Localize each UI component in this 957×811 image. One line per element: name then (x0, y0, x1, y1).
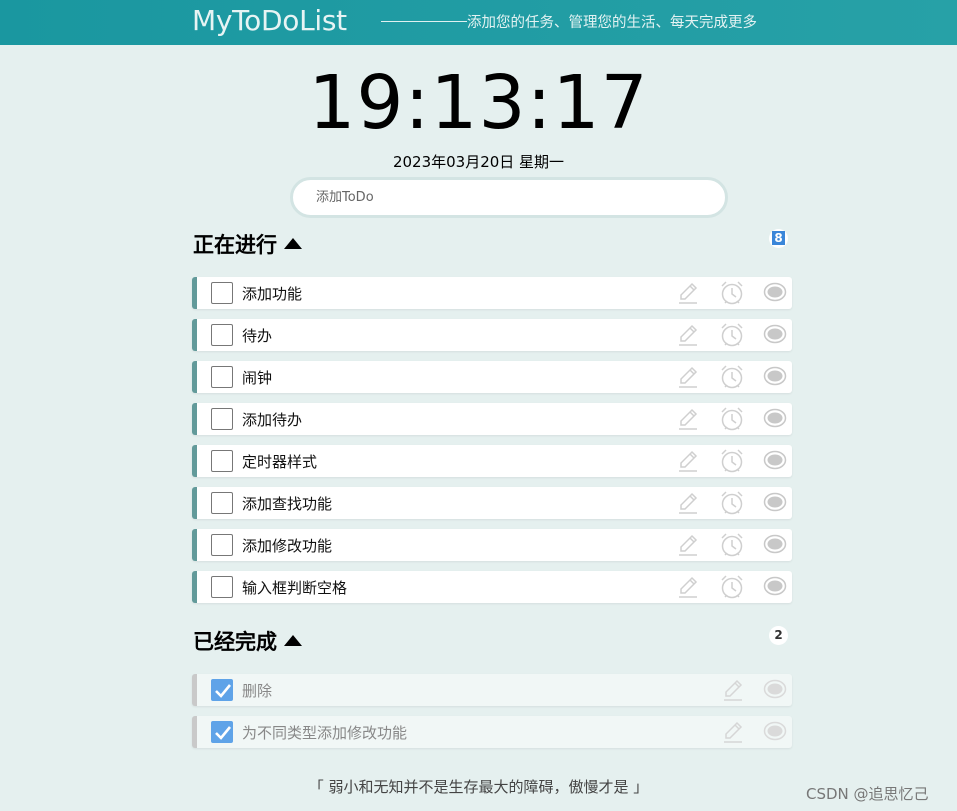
alarm-clock-icon[interactable] (719, 322, 745, 352)
todo-item[interactable]: 定时器样式 (192, 445, 792, 477)
in-progress-count: 8 (772, 231, 785, 245)
todo-item[interactable]: 输入框判断空格 (192, 571, 792, 603)
app-slogan: 添加您的任务、管理您的生活、每天完成更多 (467, 15, 757, 31)
completed-title: 已经完成 (193, 630, 277, 654)
clock-date: 2023年03月20日 星期一 (392, 153, 565, 171)
completed-count: 2 (774, 628, 783, 642)
todo-label[interactable]: 闹钟 (242, 367, 272, 388)
eye-toggle-icon[interactable] (763, 492, 787, 516)
todo-label[interactable]: 为不同类型添加修改功能 (242, 722, 407, 743)
alarm-clock-icon[interactable] (719, 490, 745, 520)
alarm-clock-icon[interactable] (719, 280, 745, 310)
completed-count-badge: 2 (769, 626, 788, 645)
todo-checkbox[interactable] (211, 282, 233, 304)
todo-label[interactable]: 添加功能 (242, 283, 302, 304)
header-divider-line (381, 21, 467, 22)
eye-toggle-icon[interactable] (763, 408, 787, 432)
todo-checkbox[interactable] (211, 408, 233, 430)
caret-up-icon[interactable] (284, 238, 302, 249)
clock-time: 19:13:17 (308, 60, 649, 146)
eye-toggle-icon[interactable] (763, 679, 787, 703)
todo-item[interactable]: 添加待办 (192, 403, 792, 435)
app-header: MyToDoList 添加您的任务、管理您的生活、每天完成更多 (0, 0, 957, 45)
alarm-clock-icon[interactable] (719, 364, 745, 394)
todo-label[interactable]: 定时器样式 (242, 451, 317, 472)
todo-label[interactable]: 添加待办 (242, 409, 302, 430)
todo-label[interactable]: 添加查找功能 (242, 493, 332, 514)
add-todo-input[interactable] (290, 177, 728, 218)
eye-toggle-icon[interactable] (763, 576, 787, 600)
pencil-icon[interactable] (722, 678, 744, 706)
pencil-icon[interactable] (677, 281, 699, 309)
caret-up-icon[interactable] (284, 635, 302, 646)
pencil-icon[interactable] (677, 323, 699, 351)
todo-checkbox[interactable] (211, 324, 233, 346)
alarm-clock-icon[interactable] (719, 532, 745, 562)
eye-toggle-icon[interactable] (763, 282, 787, 306)
in-progress-count-badge: 8 (769, 229, 788, 248)
todo-item[interactable]: 删除 (192, 674, 792, 706)
pencil-icon[interactable] (722, 720, 744, 748)
completed-heading[interactable]: 已经完成 (193, 626, 302, 656)
pencil-icon[interactable] (677, 533, 699, 561)
todo-label[interactable]: 删除 (242, 680, 272, 701)
eye-toggle-icon[interactable] (763, 721, 787, 745)
todo-item[interactable]: 待办 (192, 319, 792, 351)
todo-item[interactable]: 添加功能 (192, 277, 792, 309)
todo-checkbox[interactable] (211, 721, 233, 743)
alarm-clock-icon[interactable] (719, 448, 745, 478)
watermark: CSDN @追思忆己 (806, 785, 929, 803)
eye-toggle-icon[interactable] (763, 450, 787, 474)
todo-item[interactable]: 添加修改功能 (192, 529, 792, 561)
in-progress-heading[interactable]: 正在进行 (193, 229, 302, 259)
pencil-icon[interactable] (677, 407, 699, 435)
todo-checkbox[interactable] (211, 576, 233, 598)
pencil-icon[interactable] (677, 575, 699, 603)
todo-item[interactable]: 为不同类型添加修改功能 (192, 716, 792, 748)
todo-checkbox[interactable] (211, 366, 233, 388)
eye-toggle-icon[interactable] (763, 534, 787, 558)
app-title: MyToDoList (192, 4, 347, 37)
eye-toggle-icon[interactable] (763, 324, 787, 348)
pencil-icon[interactable] (677, 449, 699, 477)
alarm-clock-icon[interactable] (719, 574, 745, 604)
todo-checkbox[interactable] (211, 492, 233, 514)
pencil-icon[interactable] (677, 491, 699, 519)
todo-checkbox[interactable] (211, 679, 233, 701)
pencil-icon[interactable] (677, 365, 699, 393)
todo-label[interactable]: 添加修改功能 (242, 535, 332, 556)
todo-item[interactable]: 闹钟 (192, 361, 792, 393)
todo-label[interactable]: 待办 (242, 325, 272, 346)
alarm-clock-icon[interactable] (719, 406, 745, 436)
todo-checkbox[interactable] (211, 450, 233, 472)
in-progress-title: 正在进行 (193, 233, 277, 257)
eye-toggle-icon[interactable] (763, 366, 787, 390)
todo-checkbox[interactable] (211, 534, 233, 556)
todo-item[interactable]: 添加查找功能 (192, 487, 792, 519)
todo-label[interactable]: 输入框判断空格 (242, 577, 347, 598)
